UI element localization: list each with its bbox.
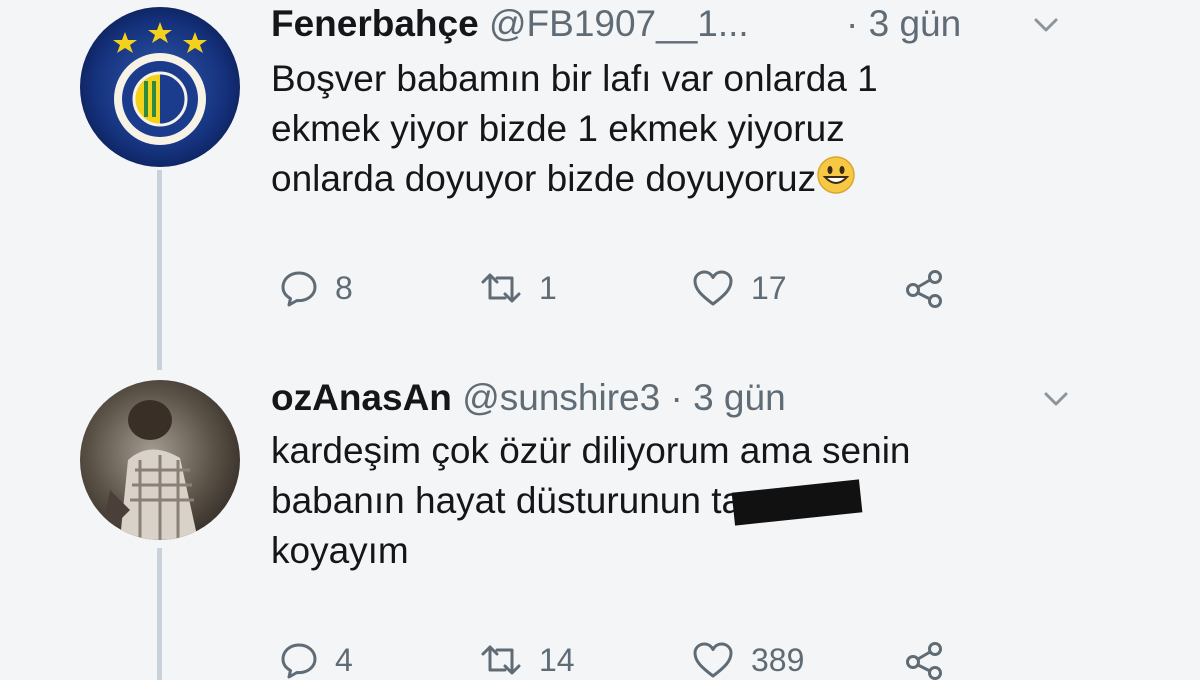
- retweet-icon: [481, 645, 521, 675]
- tweet-line: onlarda doyuyor bizde doyuyoruz: [271, 154, 1180, 204]
- tweet-header: ozAnasAn @sunshire3 · 3 gün: [271, 378, 1180, 418]
- tweet-line: ekmek yiyor bizde 1 ekmek yiyoruz: [271, 108, 845, 149]
- heart-icon: [693, 270, 733, 306]
- tweet-actions: 8 1 17: [271, 268, 1180, 308]
- share-button[interactable]: [903, 640, 947, 680]
- tweet-2[interactable]: ozAnasAn @sunshire3 · 3 gün kardeşim çok…: [271, 378, 1180, 680]
- tweet-1[interactable]: Fenerbahçe @FB1907__1... · 3 gün Boşver …: [271, 4, 1180, 308]
- tweet-header: Fenerbahçe @FB1907__1... · 3 gün: [271, 4, 1180, 44]
- reply-button[interactable]: 4: [279, 640, 353, 680]
- timestamp[interactable]: · 3 gün: [660, 377, 785, 418]
- tweet-line-text: babanın hayat düsturunun ta a: [271, 480, 773, 521]
- reply-icon: [281, 271, 317, 307]
- thread-line: [157, 170, 162, 370]
- retweet-count: 14: [539, 641, 575, 678]
- username-handle[interactable]: @FB1907__1...: [489, 3, 749, 44]
- username-handle[interactable]: @sunshire3: [462, 377, 660, 418]
- share-button[interactable]: [903, 268, 947, 308]
- tweet-line: babanın hayat düsturunun ta a: [271, 476, 1180, 526]
- like-count: 389: [751, 641, 805, 678]
- retweet-button[interactable]: 1: [479, 268, 557, 308]
- tweet-line-text: onlarda doyuyor bizde doyuyoruz: [271, 158, 817, 199]
- retweet-icon: [481, 273, 521, 303]
- like-button[interactable]: 389: [691, 640, 804, 680]
- thread-line: [157, 548, 162, 680]
- profile-photo-icon: [80, 380, 240, 540]
- smiling-face-emoji-icon: [817, 156, 855, 194]
- tweet-line: kardeşim çok özür diliyorum ama senin: [271, 430, 911, 471]
- tweet-line: koyayım: [271, 530, 409, 571]
- reply-count: 8: [335, 269, 353, 306]
- share-icon: [906, 642, 942, 680]
- avatar-fenerbahce[interactable]: [80, 7, 240, 167]
- tweet-text: Boşver babamın bir lafı var onlarda 1 ek…: [271, 54, 1180, 204]
- fenerbahce-logo-icon: [80, 7, 240, 167]
- display-name[interactable]: ozAnasAn: [271, 377, 452, 418]
- tweet-actions: 4 14 389: [271, 640, 1180, 680]
- like-button[interactable]: 17: [691, 268, 787, 308]
- reply-button[interactable]: 8: [279, 268, 353, 308]
- timestamp[interactable]: · 3 gün: [846, 4, 961, 44]
- reply-icon: [281, 643, 317, 679]
- chevron-down-icon[interactable]: [1026, 4, 1066, 44]
- retweet-button[interactable]: 14: [479, 640, 575, 680]
- avatar-ozanasan[interactable]: [80, 380, 240, 540]
- share-icon: [906, 270, 942, 308]
- display-name[interactable]: Fenerbahçe: [271, 3, 479, 44]
- reply-count: 4: [335, 641, 353, 678]
- retweet-count: 1: [539, 269, 557, 306]
- like-count: 17: [751, 269, 787, 306]
- tweet-line: Boşver babamın bir lafı var onlarda 1: [271, 58, 878, 99]
- heart-icon: [693, 642, 733, 678]
- chevron-down-icon[interactable]: [1036, 378, 1076, 418]
- tweet-text: kardeşim çok özür diliyorum ama senin ba…: [271, 426, 1180, 576]
